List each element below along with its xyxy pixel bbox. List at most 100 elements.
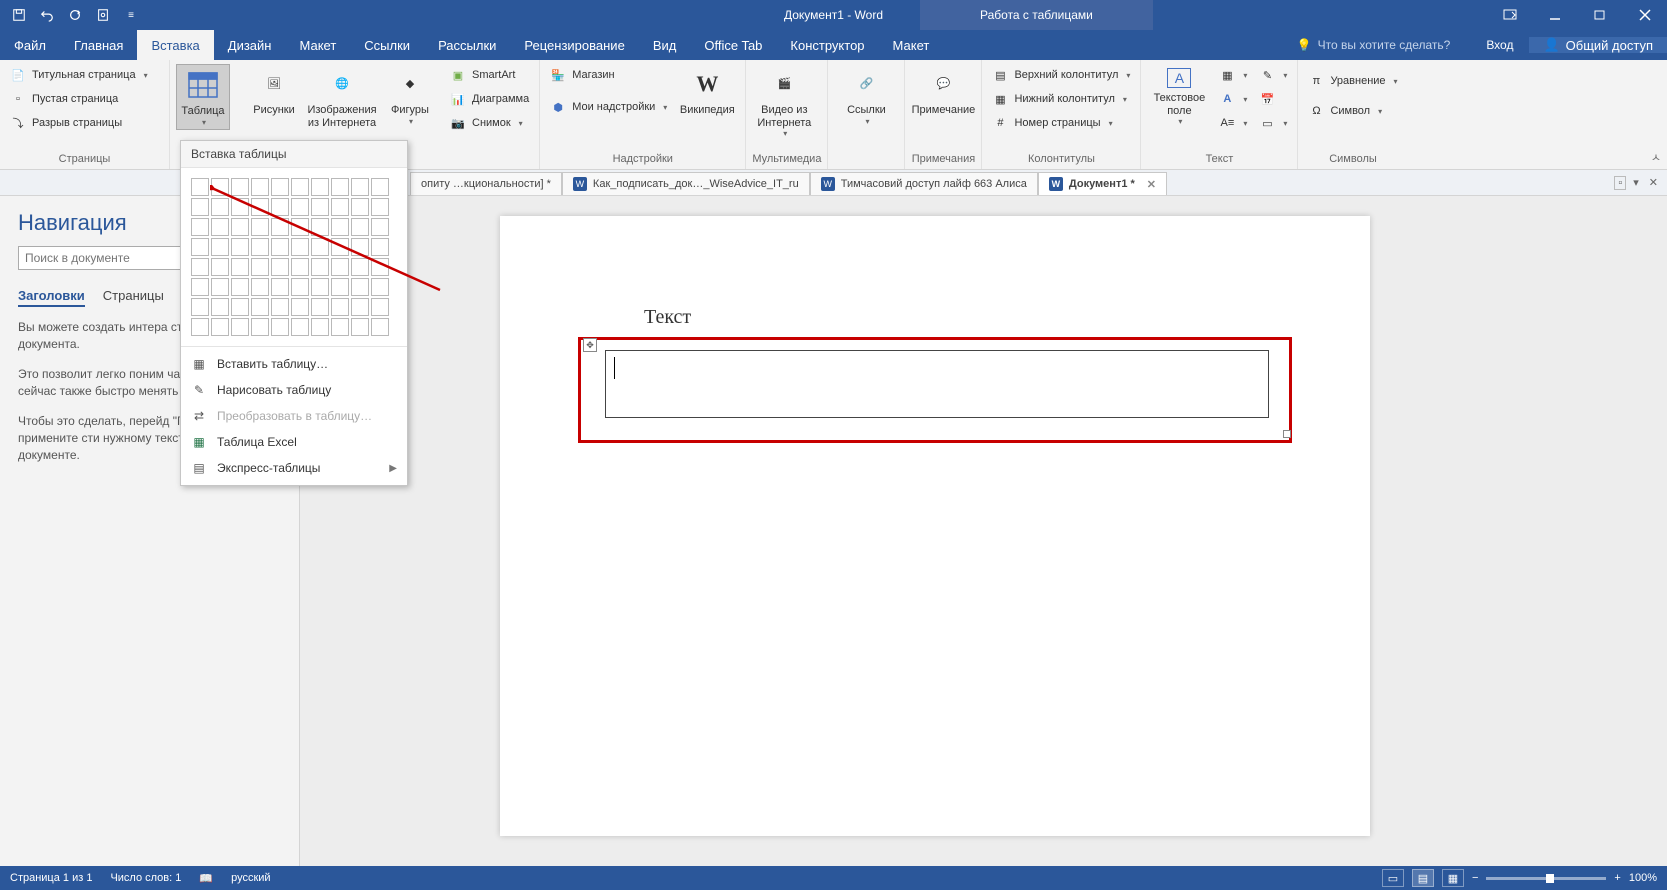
tab-officetab[interactable]: Office Tab (690, 30, 776, 60)
footer-button[interactable]: ▦Нижний колонтитул (988, 88, 1134, 110)
spellcheck-icon[interactable]: 📖 (199, 872, 213, 885)
video-label: Видео из Интернета (754, 104, 814, 129)
cover-page-button[interactable]: 📄Титульная страница (6, 64, 152, 86)
comment-button[interactable]: 💬Примечание (911, 64, 975, 119)
context-title: Работа с таблицами (920, 0, 1153, 30)
title-bar: ≡ Документ1 - Word Работа с таблицами (0, 0, 1667, 30)
status-words[interactable]: Число слов: 1 (110, 872, 181, 884)
draw-table-menu[interactable]: ✎Нарисовать таблицу (181, 377, 407, 403)
page-number-button[interactable]: #Номер страницы (988, 112, 1134, 134)
doc-tab-2[interactable]: WКак_подписать_док…_WiseAdvice_IT_ru (562, 172, 810, 195)
save-button[interactable] (6, 3, 32, 27)
tab-review[interactable]: Рецензирование (510, 30, 638, 60)
tab-references[interactable]: Ссылки (350, 30, 424, 60)
status-page[interactable]: Страница 1 из 1 (10, 872, 92, 884)
close-all-tabs[interactable]: ✕ (1646, 176, 1661, 189)
excel-table-menu[interactable]: ▦Таблица Excel (181, 429, 407, 455)
quick-tables-menu[interactable]: ▤Экспресс-таблицы▶ (181, 455, 407, 481)
wikipedia-button[interactable]: WВикипедия (675, 64, 739, 119)
textbox-button[interactable]: AТекстовое поле (1147, 64, 1211, 128)
my-addins-button[interactable]: ⬢Мои надстройки (546, 96, 671, 118)
page-break-button[interactable]: ⤵Разрыв страницы (6, 112, 152, 134)
object-button[interactable]: ▭ (1255, 112, 1291, 134)
minimize-button[interactable] (1532, 0, 1577, 30)
redo-button[interactable] (62, 3, 88, 27)
screenshot-button[interactable]: 📷Снимок (446, 112, 533, 134)
tell-me-search[interactable]: 💡 Что вы хотите сделать? (1277, 38, 1471, 52)
pictures-button[interactable]: 🖼Рисунки (242, 64, 306, 119)
document-table[interactable] (605, 350, 1269, 418)
footer-icon: ▦ (992, 91, 1008, 107)
blank-page-button[interactable]: ▫Пустая страница (6, 88, 152, 110)
zoom-in-button[interactable]: + (1614, 872, 1620, 884)
document-text[interactable]: Текст (644, 306, 1270, 329)
cover-page-icon: 📄 (10, 67, 26, 83)
view-read-button[interactable]: ▭ (1382, 869, 1404, 887)
zoom-out-button[interactable]: − (1472, 872, 1478, 884)
share-button[interactable]: 👤 Общий доступ (1529, 37, 1667, 53)
new-tab-button[interactable]: ▫ (1614, 176, 1626, 190)
online-pictures-button[interactable]: 🌐Изображения из Интернета (310, 64, 374, 131)
zoom-value[interactable]: 100% (1629, 872, 1657, 884)
touch-mode-button[interactable] (90, 3, 116, 27)
quick-parts-button[interactable]: ▦ (1215, 64, 1251, 86)
view-print-button[interactable]: ▤ (1412, 869, 1434, 887)
table-move-handle[interactable]: ✥ (583, 338, 597, 352)
sign-in-link[interactable]: Вход (1470, 38, 1529, 52)
close-tab-icon[interactable]: ✕ (1147, 178, 1156, 191)
tab-insert[interactable]: Вставка (137, 30, 213, 60)
doc-tab-4[interactable]: WДокумент1 *✕ (1038, 172, 1167, 195)
table-button[interactable]: Таблица (176, 64, 230, 130)
header-icon: ▤ (992, 67, 1008, 83)
textbox-icon: A (1167, 68, 1191, 88)
tab-table-design[interactable]: Конструктор (776, 30, 878, 60)
chart-button[interactable]: 📊Диаграмма (446, 88, 533, 110)
signature-button[interactable]: ✎ (1255, 64, 1291, 86)
tab-view[interactable]: Вид (639, 30, 691, 60)
status-language[interactable]: русский (231, 872, 270, 884)
zoom-slider[interactable] (1486, 877, 1606, 880)
addins-icon: ⬢ (550, 99, 566, 115)
group-comments-label: Примечания (911, 151, 975, 169)
nav-tab-headings[interactable]: Заголовки (18, 288, 85, 307)
tab-table-layout[interactable]: Макет (879, 30, 944, 60)
smartart-button[interactable]: ▣SmartArt (446, 64, 533, 86)
tab-home[interactable]: Главная (60, 30, 137, 60)
excel-icon: ▦ (191, 434, 207, 450)
tab-file[interactable]: Файл (0, 30, 60, 60)
close-button[interactable] (1622, 0, 1667, 30)
header-button[interactable]: ▤Верхний колонтитул (988, 64, 1134, 86)
insert-table-menu[interactable]: ▦Вставить таблицу… (181, 351, 407, 377)
doc-tab-2-label: Как_подписать_док…_WiseAdvice_IT_ru (593, 178, 799, 190)
doc-tab-1[interactable]: опиту …кциональности] * (410, 172, 562, 195)
symbol-button[interactable]: ΩСимвол (1304, 100, 1401, 122)
tabs-dropdown[interactable]: ▾ (1630, 176, 1642, 189)
table-size-grid[interactable] (181, 168, 407, 346)
lightbulb-icon: 💡 (1297, 38, 1312, 52)
nav-tab-pages[interactable]: Страницы (103, 288, 164, 307)
qat-customize[interactable]: ≡ (118, 3, 144, 27)
store-button[interactable]: 🏪Магазин (546, 64, 671, 86)
document-area[interactable]: Текст ✥ (300, 196, 1667, 866)
shapes-button[interactable]: ◆Фигуры (378, 64, 442, 128)
online-video-button[interactable]: 🎬Видео из Интернета (752, 64, 816, 140)
datetime-icon: 📅 (1259, 91, 1275, 107)
wordart-button[interactable]: A (1215, 88, 1251, 110)
doc-tab-3[interactable]: WТимчасовий доступ лайф 663 Алиса (810, 172, 1038, 195)
tab-design[interactable]: Дизайн (214, 30, 286, 60)
equation-button[interactable]: πУравнение (1304, 70, 1401, 92)
tab-layout[interactable]: Макет (285, 30, 350, 60)
collapse-ribbon-button[interactable]: ㅅ (1651, 149, 1661, 165)
ribbon-tabs: Файл Главная Вставка Дизайн Макет Ссылки… (0, 30, 1667, 60)
datetime-button[interactable]: 📅 (1255, 88, 1291, 110)
maximize-button[interactable] (1577, 0, 1622, 30)
view-web-button[interactable]: ▦ (1442, 869, 1464, 887)
links-button[interactable]: 🔗Ссылки (834, 64, 898, 128)
ribbon-options-button[interactable] (1487, 0, 1532, 30)
store-icon: 🏪 (550, 67, 566, 83)
undo-button[interactable] (34, 3, 60, 27)
tab-mailings[interactable]: Рассылки (424, 30, 510, 60)
table-resize-handle[interactable] (1283, 430, 1291, 438)
dropcap-button[interactable]: A≡ (1215, 112, 1251, 134)
word-icon: W (821, 177, 835, 191)
